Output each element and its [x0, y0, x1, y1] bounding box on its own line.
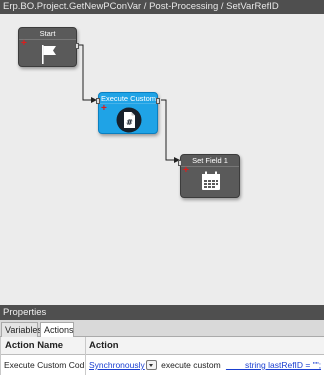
- column-header-action-name[interactable]: Action Name: [5, 337, 63, 355]
- calendar-grid-icon: [202, 171, 220, 190]
- properties-tabs: Variables Actions: [0, 320, 324, 338]
- csharp-document-icon: #: [116, 107, 142, 133]
- action-cell: Synchronously execute custom ____string …: [89, 355, 321, 375]
- mode-dropdown-button[interactable]: [145, 359, 157, 370]
- add-plus-icon[interactable]: +: [101, 104, 107, 114]
- execute-node-title: Execute Custom Co: [99, 94, 157, 104]
- actions-grid: Action Name Action Execute Custom Code 0…: [0, 337, 324, 375]
- set-field-node-title: Set Field 1: [181, 155, 239, 167]
- grid-header: Action Name Action: [0, 337, 324, 355]
- custom-code-link[interactable]: ____string lastRefID = "";...: [226, 360, 321, 370]
- column-header-action[interactable]: Action: [89, 337, 119, 355]
- flag-icon: [42, 45, 56, 64]
- workflow-canvas[interactable]: Start + Execute Custom Co + # Set Field …: [0, 14, 324, 305]
- tab-actions[interactable]: Actions: [40, 322, 74, 338]
- table-row[interactable]: Execute Custom Code 0 Synchronously exec…: [0, 355, 324, 375]
- connector-start-to-execute: [78, 44, 97, 103]
- start-output-port[interactable]: [75, 43, 79, 49]
- svg-text:#: #: [126, 118, 133, 127]
- add-plus-icon[interactable]: +: [21, 39, 27, 49]
- action-name-cell: Execute Custom Code 0: [4, 360, 84, 370]
- properties-panel-title: Properties: [0, 305, 324, 320]
- action-description-text: execute custom: [161, 360, 221, 370]
- synchronously-link[interactable]: Synchronously: [89, 360, 145, 370]
- set-field-node[interactable]: Set Field 1 +: [178, 154, 240, 198]
- set-field-input-port[interactable]: [178, 160, 182, 166]
- execute-custom-code-node[interactable]: Execute Custom Co + #: [96, 92, 160, 134]
- connector-execute-to-setfield: [161, 99, 180, 163]
- execute-output-port[interactable]: [156, 98, 160, 104]
- start-node[interactable]: Start +: [18, 27, 79, 67]
- start-node-title: Start: [19, 28, 76, 40]
- breadcrumb: Erp.BO.Project.GetNewPConVar / Post-Proc…: [0, 0, 324, 14]
- tab-variables[interactable]: Variables: [1, 322, 42, 337]
- execute-input-port[interactable]: [96, 98, 100, 104]
- add-plus-icon[interactable]: +: [183, 166, 189, 176]
